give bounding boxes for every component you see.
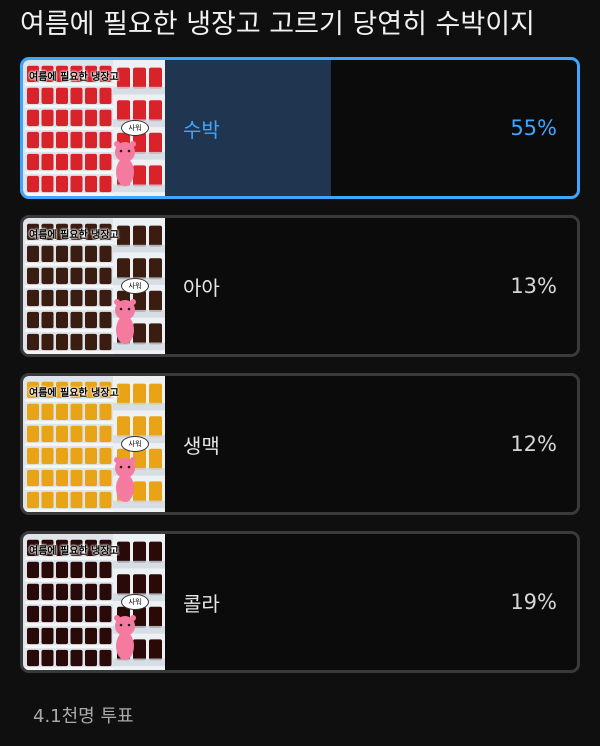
speech-bubble: 사워 xyxy=(121,120,149,136)
mascot-icon xyxy=(114,457,136,502)
mascot-icon xyxy=(114,299,136,344)
vote-count: 4.1천명 투표 xyxy=(33,706,134,727)
poll-option-image: 여름에 필요한 냉장고사워 xyxy=(23,534,165,670)
image-caption: 여름에 필요한 냉장고 xyxy=(29,546,119,557)
poll-option-percent: 55% xyxy=(510,116,557,140)
poll-title: 여름에 필요한 냉장고 고르기 당연히 수박이지 xyxy=(20,9,535,40)
poll-option[interactable]: 여름에 필요한 냉장고사워 콜라 19% xyxy=(20,531,580,673)
poll-option-percent: 13% xyxy=(510,274,557,298)
speech-bubble: 사워 xyxy=(121,594,149,610)
poll-option-percent: 19% xyxy=(510,590,557,614)
mascot-icon xyxy=(114,615,136,660)
speech-bubble: 사워 xyxy=(121,278,149,294)
poll-option-image: 여름에 필요한 냉장고사워 xyxy=(23,218,165,354)
poll-option[interactable]: 여름에 필요한 냉장고사워 아아 13% xyxy=(20,215,580,357)
speech-bubble: 사워 xyxy=(121,436,149,452)
poll-option[interactable]: 여름에 필요한 냉장고사워 수박 55% xyxy=(20,57,580,199)
mascot-icon xyxy=(114,141,136,186)
poll-option-image: 여름에 필요한 냉장고사워 xyxy=(23,376,165,512)
image-caption: 여름에 필요한 냉장고 xyxy=(29,230,119,241)
poll-option-label: 콜라 xyxy=(183,591,220,616)
poll-option-percent: 12% xyxy=(510,432,557,456)
poll-option-label: 생맥 xyxy=(183,433,220,458)
poll-option[interactable]: 여름에 필요한 냉장고사워 생맥 12% xyxy=(20,373,580,515)
poll-option-label: 수박 xyxy=(183,117,220,142)
image-caption: 여름에 필요한 냉장고 xyxy=(29,72,119,83)
poll-option-image: 여름에 필요한 냉장고사워 xyxy=(23,60,165,196)
poll-option-label: 아아 xyxy=(183,275,220,300)
image-caption: 여름에 필요한 냉장고 xyxy=(29,388,119,399)
